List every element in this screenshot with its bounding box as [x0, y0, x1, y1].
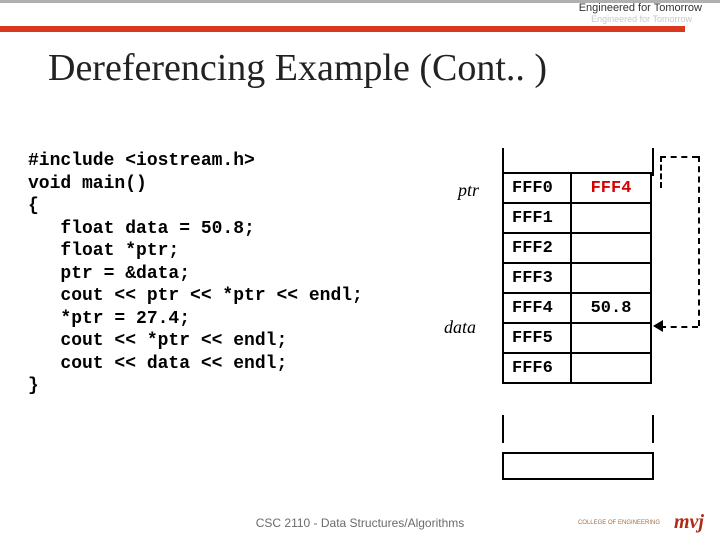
mem-val — [571, 323, 651, 353]
mem-addr: FFF6 — [503, 353, 571, 383]
logo: mvj — [674, 511, 704, 534]
mem-bottom-box — [502, 452, 654, 480]
label-ptr: ptr — [458, 180, 479, 201]
memory-table: FFF0 FFF4 FFF1 FFF2 FFF3 FFF4 50.8 FFF5 … — [502, 172, 652, 384]
code-line: void main() — [28, 173, 363, 196]
pointer-arrow — [698, 156, 700, 326]
table-row: FFF4 50.8 — [503, 293, 651, 323]
table-row: FFF3 — [503, 263, 651, 293]
tagline: Engineered for Tomorrow — [579, 2, 702, 14]
mem-val: 50.8 — [571, 293, 651, 323]
code-line: #include <iostream.h> — [28, 150, 363, 173]
accent-rule — [0, 26, 685, 32]
code-line: } — [28, 375, 363, 398]
code-line: cout << ptr << *ptr << endl; — [28, 285, 363, 308]
mem-val — [571, 203, 651, 233]
table-row: FFF1 — [503, 203, 651, 233]
code-block: #include <iostream.h> void main() { floa… — [28, 150, 363, 398]
mem-addr: FFF4 — [503, 293, 571, 323]
mem-addr: FFF2 — [503, 233, 571, 263]
mem-addr: FFF5 — [503, 323, 571, 353]
code-line: { — [28, 195, 363, 218]
code-line: ptr = &data; — [28, 263, 363, 286]
arrow-head-icon — [653, 320, 663, 332]
mem-addr: FFF3 — [503, 263, 571, 293]
mem-addr: FFF0 — [503, 173, 571, 203]
mem-val — [571, 263, 651, 293]
slide-title: Dereferencing Example (Cont.. ) — [48, 46, 547, 90]
mem-val: FFF4 — [571, 173, 651, 203]
code-line: cout << data << endl; — [28, 353, 363, 376]
mem-addr: FFF1 — [503, 203, 571, 233]
pointer-arrow — [660, 156, 662, 188]
logo-subtext: COLLEGE OF ENGINEERING — [578, 520, 660, 526]
code-line: cout << *ptr << endl; — [28, 330, 363, 353]
table-row: FFF5 — [503, 323, 651, 353]
mem-open-mid — [502, 415, 654, 443]
mem-val — [571, 353, 651, 383]
table-row: FFF6 — [503, 353, 651, 383]
pointer-arrow — [660, 326, 698, 328]
sub-tagline: Engineered for Tomorrow — [591, 14, 692, 24]
code-line: float *ptr; — [28, 240, 363, 263]
table-row: FFF2 — [503, 233, 651, 263]
table-row: FFF0 FFF4 — [503, 173, 651, 203]
label-data: data — [444, 317, 476, 338]
mem-val — [571, 233, 651, 263]
code-line: float data = 50.8; — [28, 218, 363, 241]
code-line: *ptr = 27.4; — [28, 308, 363, 331]
pointer-arrow — [660, 156, 698, 158]
